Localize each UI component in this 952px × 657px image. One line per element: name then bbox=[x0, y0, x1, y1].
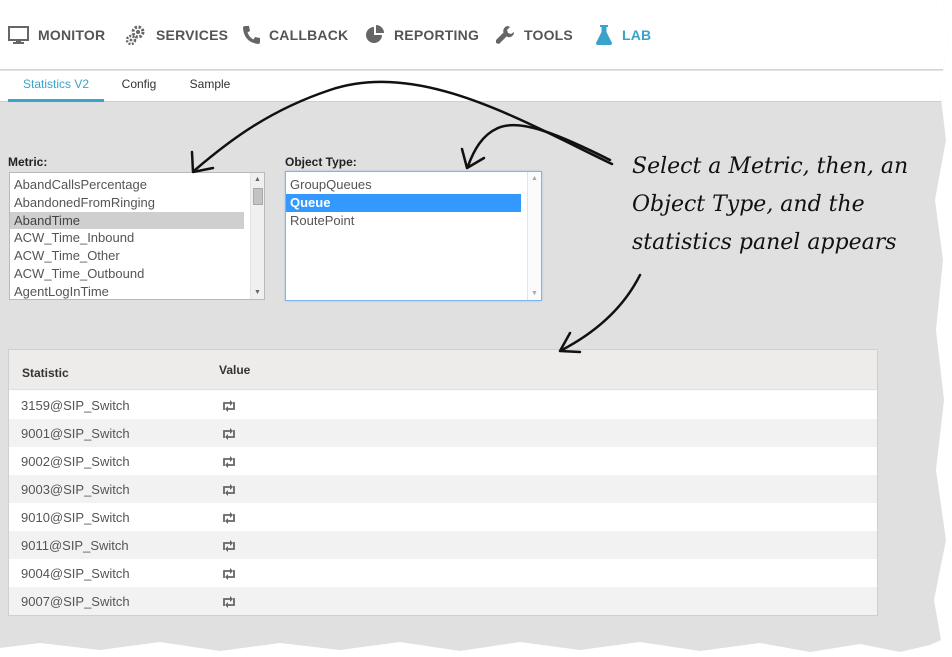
nav-item-lab[interactable]: LAB bbox=[594, 22, 651, 48]
refresh-icon[interactable] bbox=[221, 567, 237, 581]
callout-annotation: Select a Metric, then, an Object Type, a… bbox=[632, 148, 932, 262]
metric-option[interactable]: AbandonedFromRinging bbox=[10, 194, 264, 212]
object-type-scrollbar[interactable]: ▲ ▼ bbox=[527, 172, 541, 300]
metric-option[interactable]: AbandCallsPercentage bbox=[10, 176, 264, 194]
statistic-name: 9001@SIP_Switch bbox=[21, 426, 130, 441]
metric-label: Metric: bbox=[8, 155, 48, 169]
statistic-name: 9003@SIP_Switch bbox=[21, 482, 130, 497]
table-row[interactable]: 9003@SIP_Switch bbox=[9, 475, 877, 503]
table-row[interactable]: 9007@SIP_Switch bbox=[9, 587, 877, 615]
refresh-icon[interactable] bbox=[221, 399, 237, 413]
refresh-icon[interactable] bbox=[221, 427, 237, 441]
metric-option-selected[interactable]: AbandTime bbox=[10, 211, 244, 230]
object-type-label: Object Type: bbox=[285, 155, 357, 169]
pie-chart-icon bbox=[364, 24, 386, 46]
arrow-to-object-type bbox=[466, 123, 612, 168]
scroll-up-arrow-icon[interactable]: ▲ bbox=[531, 175, 538, 182]
refresh-icon[interactable] bbox=[221, 539, 237, 553]
table-row[interactable]: 9002@SIP_Switch bbox=[9, 447, 877, 475]
table-row[interactable]: 9011@SIP_Switch bbox=[9, 531, 877, 559]
object-type-option-selected[interactable]: Queue bbox=[286, 193, 521, 212]
scroll-down-arrow-icon[interactable]: ▼ bbox=[531, 290, 538, 297]
metric-scroll-thumb[interactable] bbox=[253, 188, 263, 205]
nav-label-callback: CALLBACK bbox=[269, 27, 349, 43]
column-header-statistic[interactable]: Statistic bbox=[22, 366, 69, 380]
nav-item-services[interactable]: SERVICES bbox=[124, 22, 228, 48]
statistic-name: 9007@SIP_Switch bbox=[21, 594, 130, 609]
metric-option[interactable]: AgentLogInTime bbox=[10, 283, 264, 299]
nav-label-tools: TOOLS bbox=[524, 27, 573, 43]
table-row[interactable]: 9010@SIP_Switch bbox=[9, 503, 877, 531]
nav-label-reporting: REPORTING bbox=[394, 27, 480, 43]
arrow-to-metric-head bbox=[190, 150, 215, 174]
statistic-name: 3159@SIP_Switch bbox=[21, 398, 130, 413]
statistics-table-header: Statistic Value bbox=[9, 350, 877, 390]
statistic-name: 9002@SIP_Switch bbox=[21, 454, 130, 469]
table-row[interactable]: 9001@SIP_Switch bbox=[9, 419, 877, 447]
nav-label-monitor: MONITOR bbox=[38, 27, 106, 43]
wrench-icon bbox=[494, 24, 516, 46]
gears-icon bbox=[124, 23, 148, 47]
metric-option[interactable]: ACW_Time_Outbound bbox=[10, 265, 264, 283]
refresh-icon[interactable] bbox=[221, 455, 237, 469]
nav-item-reporting[interactable]: REPORTING bbox=[364, 22, 479, 48]
nav-item-tools[interactable]: TOOLS bbox=[494, 22, 573, 48]
refresh-icon[interactable] bbox=[221, 511, 237, 525]
object-type-listbox[interactable]: GroupQueues Queue RoutePoint ▲ ▼ bbox=[285, 171, 542, 301]
tab-sample[interactable]: Sample bbox=[180, 71, 240, 102]
statistic-name: 9004@SIP_Switch bbox=[21, 566, 130, 581]
statistic-name: 9010@SIP_Switch bbox=[21, 510, 130, 525]
metric-option[interactable]: ACW_Time_Other bbox=[10, 247, 264, 265]
arrow-to-stats bbox=[560, 273, 642, 352]
top-nav-bar: MONITOR SERVICES CALLBACK REPORTING TOOL… bbox=[0, 0, 948, 70]
sub-tab-bar: Statistics V2 Config Sample bbox=[0, 71, 948, 102]
scroll-up-arrow-icon[interactable]: ▲ bbox=[254, 176, 261, 183]
nav-label-lab: LAB bbox=[622, 27, 652, 43]
object-type-option[interactable]: GroupQueues bbox=[286, 176, 541, 194]
nav-label-services: SERVICES bbox=[156, 27, 229, 43]
nav-item-monitor[interactable]: MONITOR bbox=[8, 22, 105, 48]
scroll-down-arrow-icon[interactable]: ▼ bbox=[254, 289, 261, 296]
refresh-icon[interactable] bbox=[221, 483, 237, 497]
tab-statistics-v2[interactable]: Statistics V2 bbox=[8, 71, 104, 102]
flask-icon bbox=[594, 24, 614, 46]
callout-line: statistics panel appears bbox=[632, 230, 897, 255]
table-row[interactable]: 9004@SIP_Switch bbox=[9, 559, 877, 587]
column-header-value[interactable]: Value bbox=[219, 363, 250, 377]
nav-item-callback[interactable]: CALLBACK bbox=[241, 22, 348, 48]
callout-line: Select a Metric, then, an bbox=[632, 154, 909, 179]
statistics-panel: Statistic Value 3159@SIP_Switch 9001@SIP_… bbox=[8, 349, 878, 616]
object-type-option[interactable]: RoutePoint bbox=[286, 212, 541, 230]
arrow-to-object-type-head bbox=[460, 147, 486, 170]
metric-listbox[interactable]: AbandCallsPercentage AbandonedFromRingin… bbox=[9, 172, 265, 300]
phone-icon bbox=[241, 24, 261, 46]
tab-config[interactable]: Config bbox=[112, 71, 166, 102]
screenshot-page: MONITOR SERVICES CALLBACK REPORTING TOOL… bbox=[0, 0, 948, 652]
table-row[interactable]: 3159@SIP_Switch bbox=[9, 391, 877, 419]
statistic-name: 9011@SIP_Switch bbox=[21, 538, 129, 553]
metric-scrollbar[interactable]: ▲ ▼ bbox=[250, 173, 264, 299]
refresh-icon[interactable] bbox=[221, 595, 237, 609]
metric-option[interactable]: ACW_Time_Inbound bbox=[10, 229, 264, 247]
monitor-icon bbox=[8, 25, 30, 45]
callout-line: Object Type, and the bbox=[632, 192, 865, 217]
